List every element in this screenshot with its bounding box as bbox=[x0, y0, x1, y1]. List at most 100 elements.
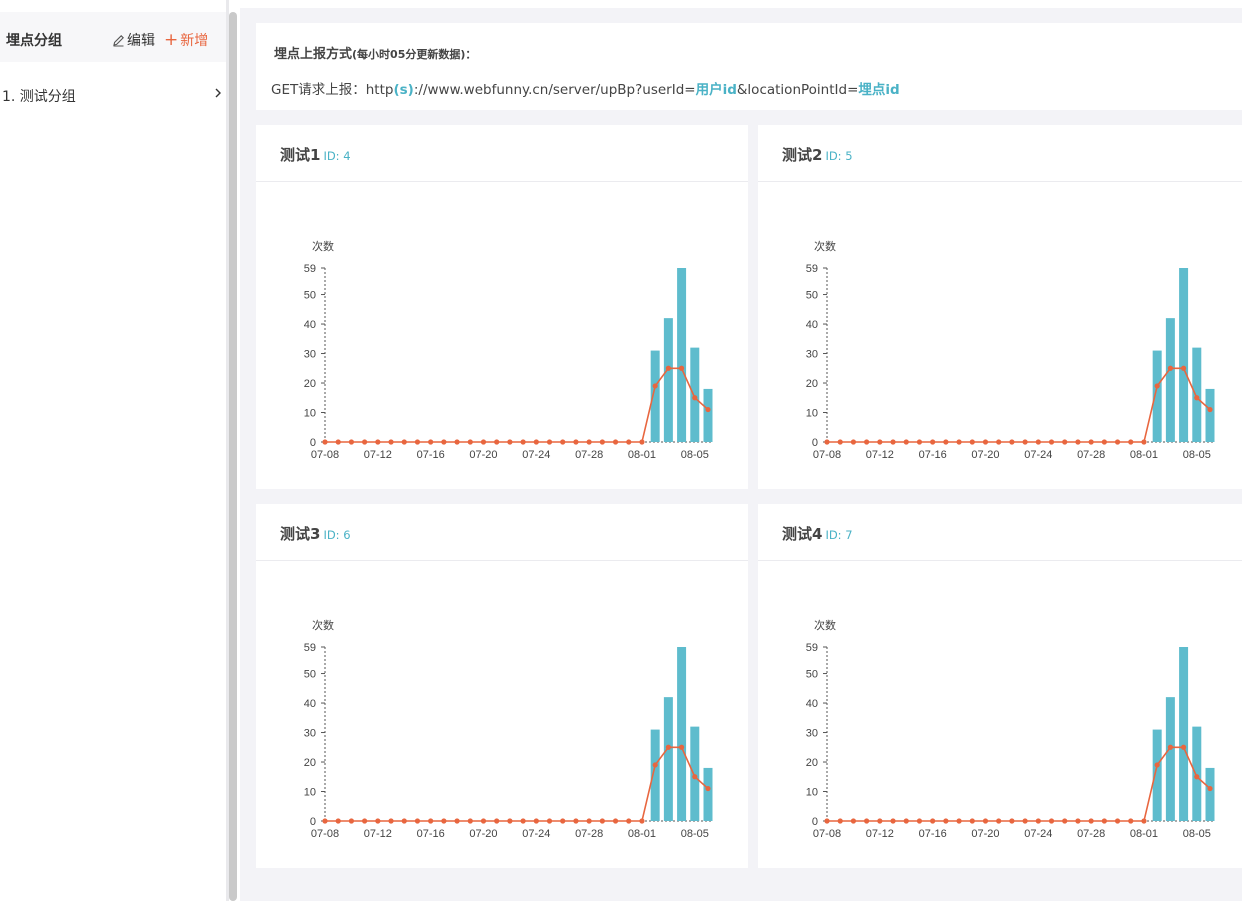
line-point bbox=[454, 439, 460, 445]
line-point bbox=[560, 439, 566, 445]
y-tick-label: 0 bbox=[812, 816, 818, 828]
line-point bbox=[1035, 439, 1041, 445]
bar-line-chart: 次数 0 10 20 30 40 50 59 07-08 07-12 07-16 07-20 07-24… bbox=[304, 618, 713, 840]
line-point bbox=[930, 439, 936, 445]
line-point bbox=[507, 439, 513, 445]
sidebar-scrollbar[interactable] bbox=[229, 12, 237, 901]
bar bbox=[1179, 268, 1189, 442]
line-point bbox=[1128, 439, 1134, 445]
line-series bbox=[325, 367, 709, 443]
line-point bbox=[599, 818, 605, 824]
edit-group-button[interactable]: 编辑 bbox=[112, 30, 155, 50]
line-point bbox=[612, 439, 619, 445]
line-point bbox=[1075, 818, 1081, 824]
line-point bbox=[1154, 383, 1160, 389]
bar bbox=[677, 647, 687, 821]
card-title: 测试3 ID: 6 bbox=[280, 523, 351, 544]
x-tick-label: 07-08 bbox=[311, 828, 339, 840]
line-point bbox=[678, 744, 685, 750]
line-point bbox=[1167, 365, 1173, 371]
x-tick-label: 07-16 bbox=[919, 449, 947, 461]
line-point bbox=[507, 818, 513, 824]
line-point bbox=[1009, 439, 1015, 445]
line-point bbox=[850, 818, 857, 824]
line-point bbox=[877, 439, 883, 445]
line-point bbox=[903, 818, 909, 824]
line-point bbox=[996, 818, 1002, 824]
y-tick-label: 10 bbox=[806, 787, 818, 799]
line-point bbox=[943, 439, 949, 445]
line-point bbox=[401, 439, 407, 445]
line-point bbox=[969, 818, 975, 824]
line-point bbox=[864, 439, 870, 445]
line-point bbox=[480, 818, 487, 824]
line-point bbox=[837, 818, 843, 824]
line-point bbox=[1022, 439, 1028, 445]
line-point bbox=[586, 818, 592, 824]
line-point bbox=[348, 439, 355, 445]
report-info-title-note: (每小时05分更新数据)： bbox=[352, 48, 477, 61]
add-group-button[interactable]: + 新增 bbox=[164, 30, 208, 50]
y-tick-label: 40 bbox=[304, 319, 316, 331]
chevron-right-icon bbox=[215, 88, 221, 98]
y-tick-label: 50 bbox=[806, 290, 818, 302]
line-point bbox=[388, 439, 394, 445]
card-id: ID: 6 bbox=[323, 528, 351, 542]
bar bbox=[1179, 647, 1189, 821]
x-tick-label: 07-20 bbox=[469, 828, 497, 840]
y-tick-label: 40 bbox=[806, 319, 818, 331]
x-tick-label: 07-28 bbox=[575, 449, 603, 461]
card-name: 测试1 bbox=[280, 146, 321, 164]
y-tick-label: 20 bbox=[806, 757, 818, 769]
x-tick-label: 07-28 bbox=[575, 828, 603, 840]
x-tick-label: 07-20 bbox=[971, 828, 999, 840]
line-point bbox=[375, 818, 381, 824]
line-point bbox=[362, 818, 368, 824]
bar-line-chart: 次数 0 10 20 30 40 50 59 07-08 07-12 07-16 07-20 07-24… bbox=[806, 239, 1215, 461]
url-user-id-highlight: 用户id bbox=[695, 82, 737, 98]
line-series bbox=[325, 746, 709, 822]
y-tick-label: 59 bbox=[806, 263, 818, 275]
sidebar-item-test-group[interactable]: 1. 测试分组 bbox=[0, 74, 226, 114]
x-tick-label: 07-08 bbox=[813, 828, 841, 840]
line-point bbox=[428, 439, 434, 445]
y-tick-label: 59 bbox=[304, 642, 316, 654]
x-tick-label: 07-08 bbox=[311, 449, 339, 461]
x-tick-label: 08-01 bbox=[1130, 449, 1158, 461]
sidebar: 埋点分组 编辑 + 新增 1. 测试分组 bbox=[0, 0, 226, 901]
bar-line-chart: 次数 0 10 20 30 40 50 59 07-08 07-12 07-16 07-20 07-24… bbox=[304, 239, 713, 461]
line-point bbox=[705, 406, 711, 413]
line-point bbox=[1062, 818, 1068, 824]
line-point bbox=[546, 439, 553, 445]
x-tick-label: 07-12 bbox=[364, 449, 392, 461]
line-point bbox=[916, 439, 923, 445]
url-mid: ://www.webfunny.cn/server/upBp?userId= bbox=[413, 82, 696, 98]
line-point bbox=[441, 439, 447, 445]
add-label: 新增 bbox=[180, 33, 209, 49]
bar-line-chart: 次数 0 10 20 30 40 50 59 07-08 07-12 07-16 07-20 07-24… bbox=[806, 618, 1215, 840]
card-id: ID: 5 bbox=[825, 149, 853, 163]
y-tick-label: 10 bbox=[806, 408, 818, 420]
card-header: 测试2 ID: 5 bbox=[758, 125, 1242, 182]
line-point bbox=[850, 439, 857, 445]
line-point bbox=[982, 818, 989, 824]
line-point bbox=[1101, 818, 1107, 824]
x-tick-label: 08-05 bbox=[681, 449, 709, 461]
x-tick-label: 07-12 bbox=[866, 828, 894, 840]
line-point bbox=[665, 744, 671, 750]
line-point bbox=[626, 818, 632, 824]
card-id: ID: 4 bbox=[323, 149, 351, 163]
x-tick-label: 07-24 bbox=[1024, 828, 1052, 840]
line-point bbox=[1088, 818, 1094, 824]
line-point bbox=[335, 439, 341, 445]
y-tick-label: 40 bbox=[806, 698, 818, 710]
line-point bbox=[546, 818, 553, 824]
pencil-icon bbox=[113, 34, 124, 47]
bar bbox=[1205, 767, 1215, 821]
bar bbox=[1165, 318, 1175, 442]
sidebar-item-label: 1. 测试分组 bbox=[2, 89, 76, 105]
bar bbox=[677, 268, 687, 442]
card-header: 测试4 ID: 7 bbox=[758, 504, 1242, 561]
chart-card-3: 测试3 ID: 6 次数 0 10 20 30 40 50 59 07-08 07-12 07-16 0… bbox=[256, 504, 748, 868]
line-point bbox=[533, 818, 539, 824]
